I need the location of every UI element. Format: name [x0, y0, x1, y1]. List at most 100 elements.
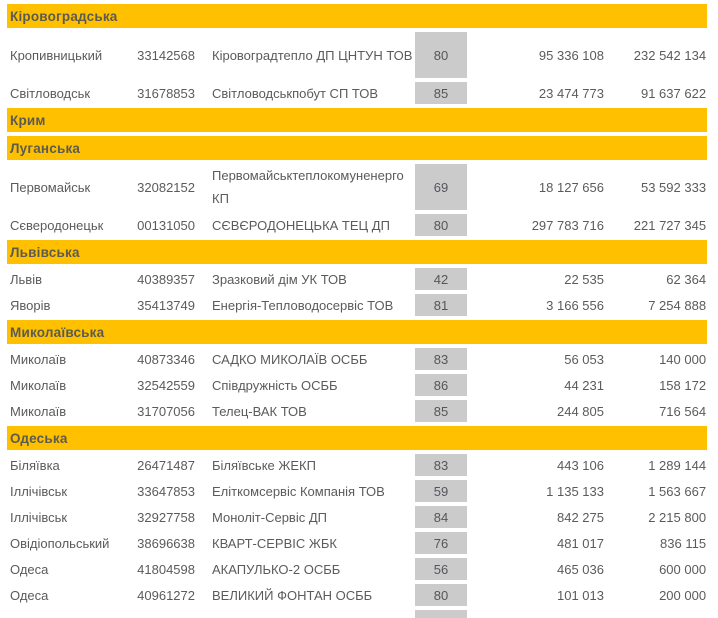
score-badge: 86 [415, 374, 467, 396]
score-badge: 69 [415, 164, 467, 210]
value2-cell: 7 254 888 [607, 294, 707, 316]
code-cell: 32542559 [132, 374, 202, 396]
value2-cell: 62 364 [607, 268, 707, 290]
value1-cell: 22 535 [467, 268, 607, 290]
company-cell [202, 610, 415, 618]
city-cell: Одеса [7, 558, 132, 580]
table-row: Одеса40961272ВЕЛИКИЙ ФОНТАН ОСББ80101 01… [7, 584, 707, 606]
value1-cell: 3 166 556 [467, 294, 607, 316]
code-cell: 40873346 [132, 348, 202, 370]
score-badge: 81 [415, 294, 467, 316]
city-cell: Овідіопольський [7, 532, 132, 554]
company-cell: КВАРТ-СЕРВІС ЖБК [202, 532, 415, 554]
company-cell: Моноліт-Сервіс ДП [202, 506, 415, 528]
table-row: Львів40389357Зразковий дім УК ТОВ4222 53… [7, 268, 707, 290]
table-row: Миколаїв32542559Співдружність ОСББ8644 2… [7, 374, 707, 396]
value1-cell: 297 783 716 [467, 214, 607, 236]
company-cell: ВЕЛИКИЙ ФОНТАН ОСББ [202, 584, 415, 606]
value2-cell: 140 000 [607, 348, 707, 370]
company-cell: Еліткомсервіс Компанія ТОВ [202, 480, 415, 502]
city-cell: Сєверодонецьк [7, 214, 132, 236]
score-badge: 83 [415, 348, 467, 370]
table-row: Миколаїв40873346САДКО МИКОЛАЇВ ОСББ8356 … [7, 348, 707, 370]
code-cell: 40389357 [132, 268, 202, 290]
heat-suppliers-table: Кіровоградська Кропивницький33142568Кіров… [7, 0, 707, 618]
score-badge [415, 610, 467, 618]
value2-cell: 221 727 345 [607, 214, 707, 236]
company-cell: Біляївське ЖЕКП [202, 454, 415, 476]
table-row: Іллічівськ32927758Моноліт-Сервіс ДП84842… [7, 506, 707, 528]
city-cell [7, 610, 132, 618]
value1-cell: 23 474 773 [467, 82, 607, 104]
value2-cell: 836 115 [607, 532, 707, 554]
code-cell [132, 610, 202, 618]
table-row: Сєверодонецьк00131050СЄВЄРОДОНЕЦЬКА ТЕЦ … [7, 214, 707, 236]
score-badge: 59 [415, 480, 467, 502]
value1-cell: 1 135 133 [467, 480, 607, 502]
value1-cell: 465 036 [467, 558, 607, 580]
code-cell: 26471487 [132, 454, 202, 476]
value1-cell: 443 106 [467, 454, 607, 476]
code-cell: 31678853 [132, 82, 202, 104]
code-cell: 00131050 [132, 214, 202, 236]
company-cell: Кіровоградтепло ДП ЦНТУН ТОВ [202, 32, 415, 78]
value2-cell: 1 563 667 [607, 480, 707, 502]
city-cell: Львів [7, 268, 132, 290]
table-row: Біляївка26471487Біляївське ЖЕКП83443 106… [7, 454, 707, 476]
value1-cell: 95 336 108 [467, 32, 607, 78]
value1-cell: 56 053 [467, 348, 607, 370]
company-cell: Світловодськпобут СП ТОВ [202, 82, 415, 104]
company-cell: АКАПУЛЬКО-2 ОСББ [202, 558, 415, 580]
value2-cell: 200 000 [607, 584, 707, 606]
score-badge: 85 [415, 400, 467, 422]
city-cell: Миколаїв [7, 348, 132, 370]
value1-cell: 842 275 [467, 506, 607, 528]
value2-cell [607, 610, 707, 618]
value1-cell: 18 127 656 [467, 164, 607, 210]
company-cell: САДКО МИКОЛАЇВ ОСББ [202, 348, 415, 370]
city-cell: Біляївка [7, 454, 132, 476]
section-header: Крим [7, 108, 707, 132]
value2-cell: 600 000 [607, 558, 707, 580]
score-badge: 80 [415, 214, 467, 236]
partial-row [7, 610, 707, 618]
city-cell: Яворів [7, 294, 132, 316]
score-badge: 80 [415, 584, 467, 606]
value2-cell: 232 542 134 [607, 32, 707, 78]
company-cell: Зразковий дім УК ТОВ [202, 268, 415, 290]
value2-cell: 53 592 333 [607, 164, 707, 210]
section-header: Львівська [7, 240, 707, 264]
company-cell: Енергія-Тепловодосервіс ТОВ [202, 294, 415, 316]
value2-cell: 1 289 144 [607, 454, 707, 476]
section-header: Кіровоградська [7, 4, 707, 28]
code-cell: 33142568 [132, 32, 202, 78]
company-cell: Первомайськтеплокомуненерго КП [202, 164, 415, 210]
value2-cell: 158 172 [607, 374, 707, 396]
section-row: Крим [7, 108, 707, 132]
score-badge: 84 [415, 506, 467, 528]
table-row: Миколаїв31707056Телец-ВАК ТОВ85244 80571… [7, 400, 707, 422]
score-badge: 85 [415, 82, 467, 104]
score-badge: 83 [415, 454, 467, 476]
score-badge: 76 [415, 532, 467, 554]
city-cell: Одеса [7, 584, 132, 606]
code-cell: 38696638 [132, 532, 202, 554]
code-cell: 32927758 [132, 506, 202, 528]
city-cell: Миколаїв [7, 374, 132, 396]
value2-cell: 91 637 622 [607, 82, 707, 104]
table-row: Іллічівськ33647853Еліткомсервіс Компанія… [7, 480, 707, 502]
score-badge: 56 [415, 558, 467, 580]
section-header: Одеська [7, 426, 707, 450]
company-cell: СЄВЄРОДОНЕЦЬКА ТЕЦ ДП [202, 214, 415, 236]
value1-cell [467, 610, 607, 618]
table-row: Світловодськ31678853Світловодськпобут СП… [7, 82, 707, 104]
company-cell: Телец-ВАК ТОВ [202, 400, 415, 422]
table-row: Овідіопольський38696638КВАРТ-СЕРВІС ЖБК7… [7, 532, 707, 554]
company-cell: Співдружність ОСББ [202, 374, 415, 396]
table-row: Кропивницький33142568Кіровоградтепло ДП … [7, 32, 707, 78]
table-row: Яворів35413749Енергія-Тепловодосервіс ТО… [7, 294, 707, 316]
section-row: Луганська [7, 136, 707, 160]
section-row: Миколаївська [7, 320, 707, 344]
section-row: Кіровоградська [7, 4, 707, 28]
value1-cell: 244 805 [467, 400, 607, 422]
